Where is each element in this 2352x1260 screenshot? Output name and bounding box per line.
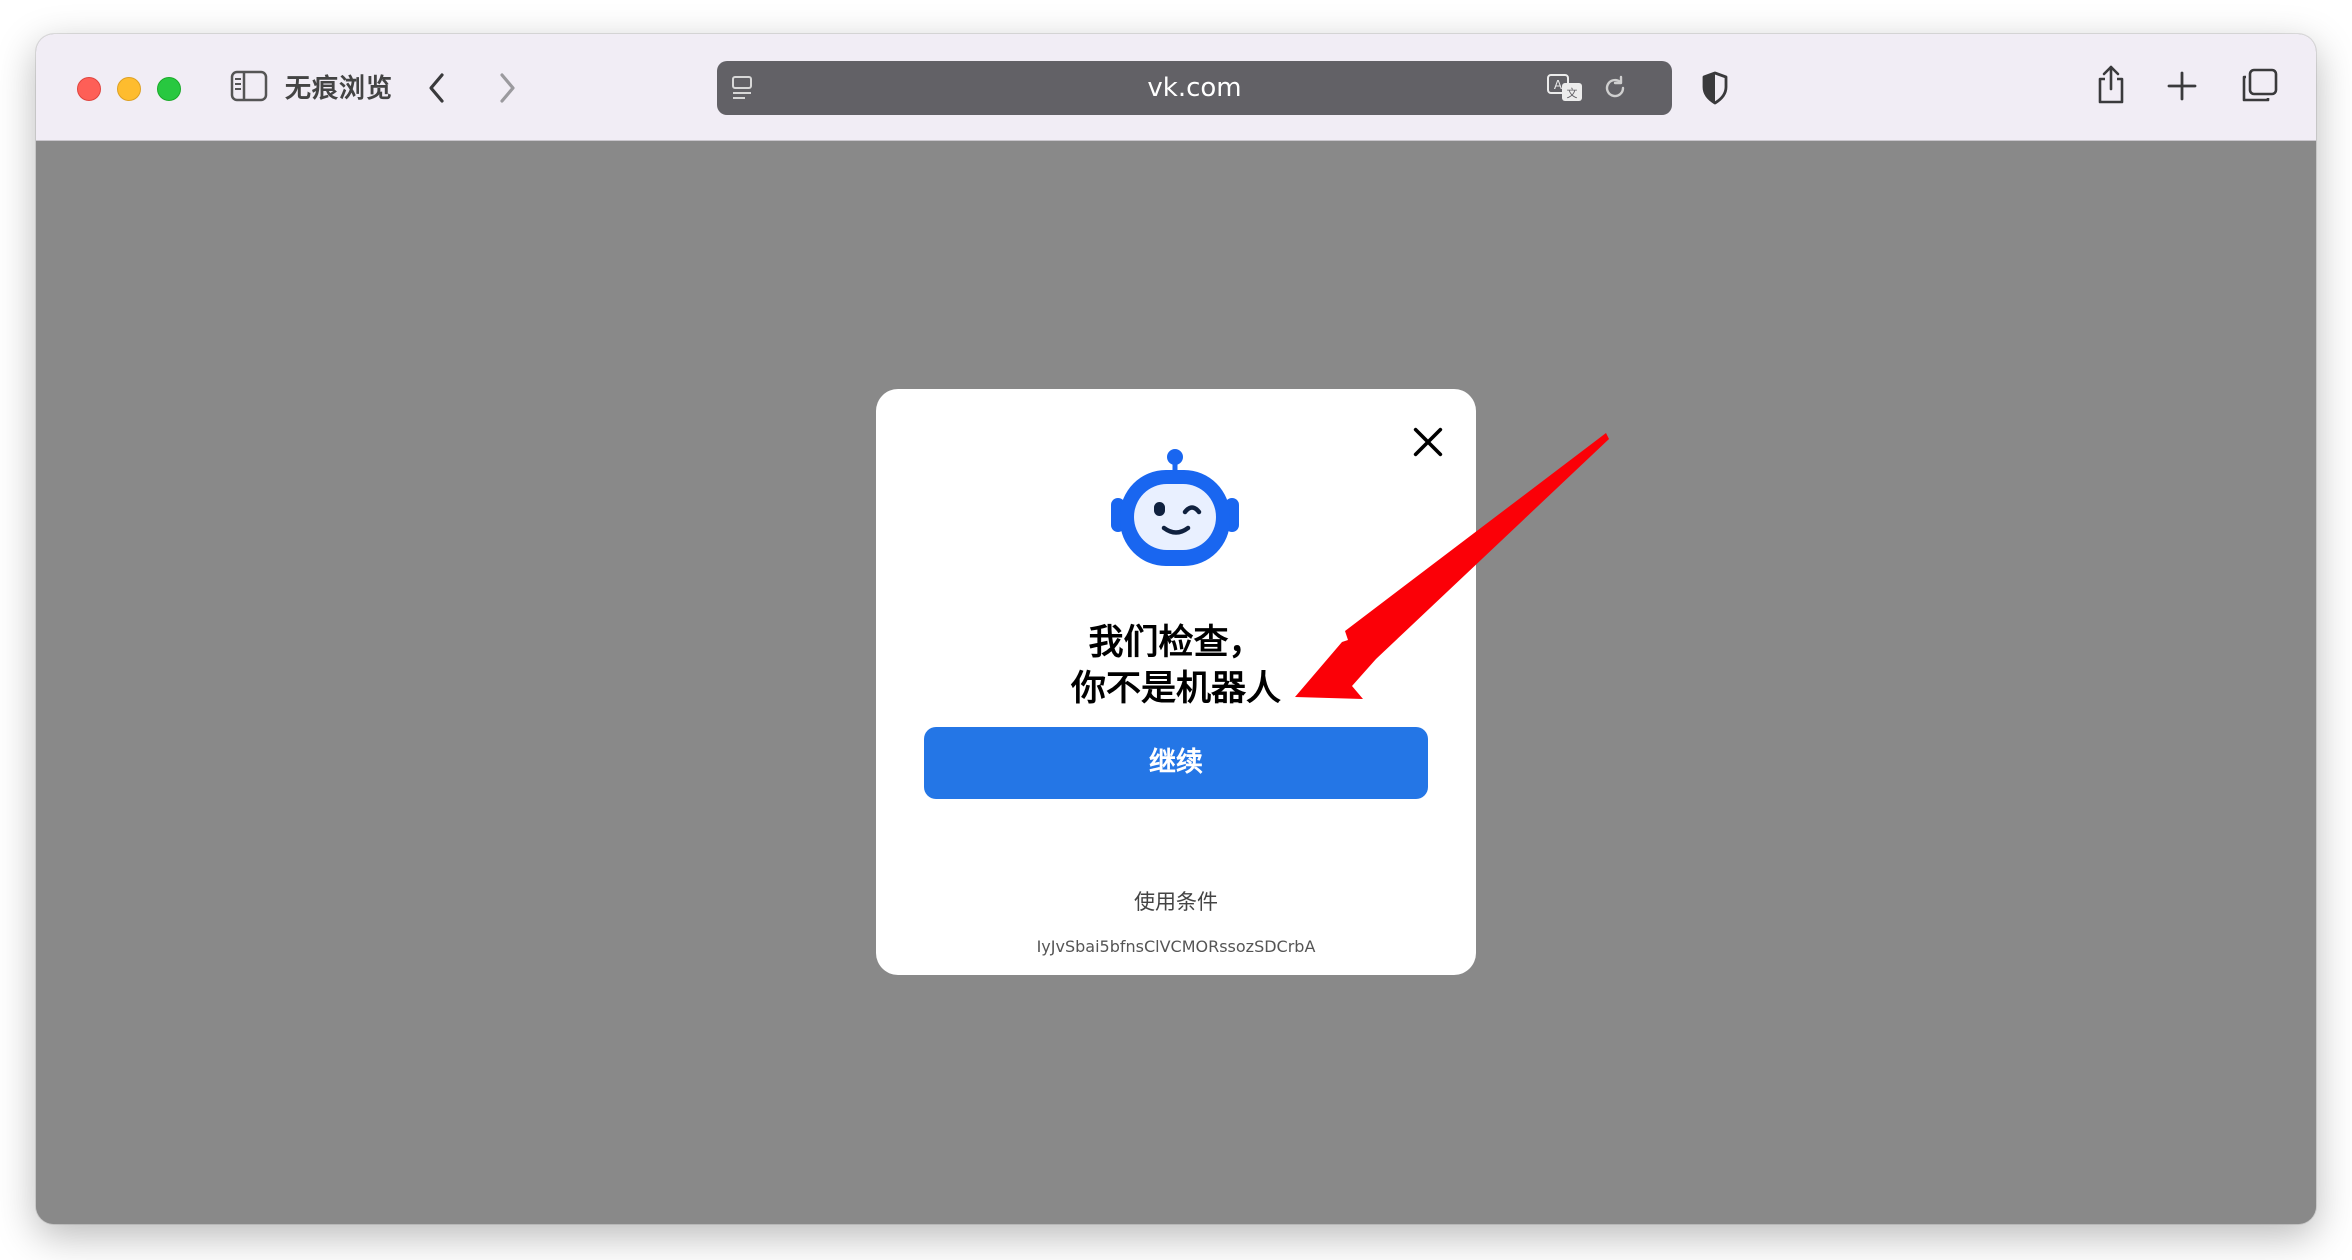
red-arrow-icon (1295, 433, 1609, 699)
browser-window: 无痕浏览 vk.com A 文 我们检查， 你不是机器人 继续 使用条件 IyJ… (36, 34, 2316, 1224)
